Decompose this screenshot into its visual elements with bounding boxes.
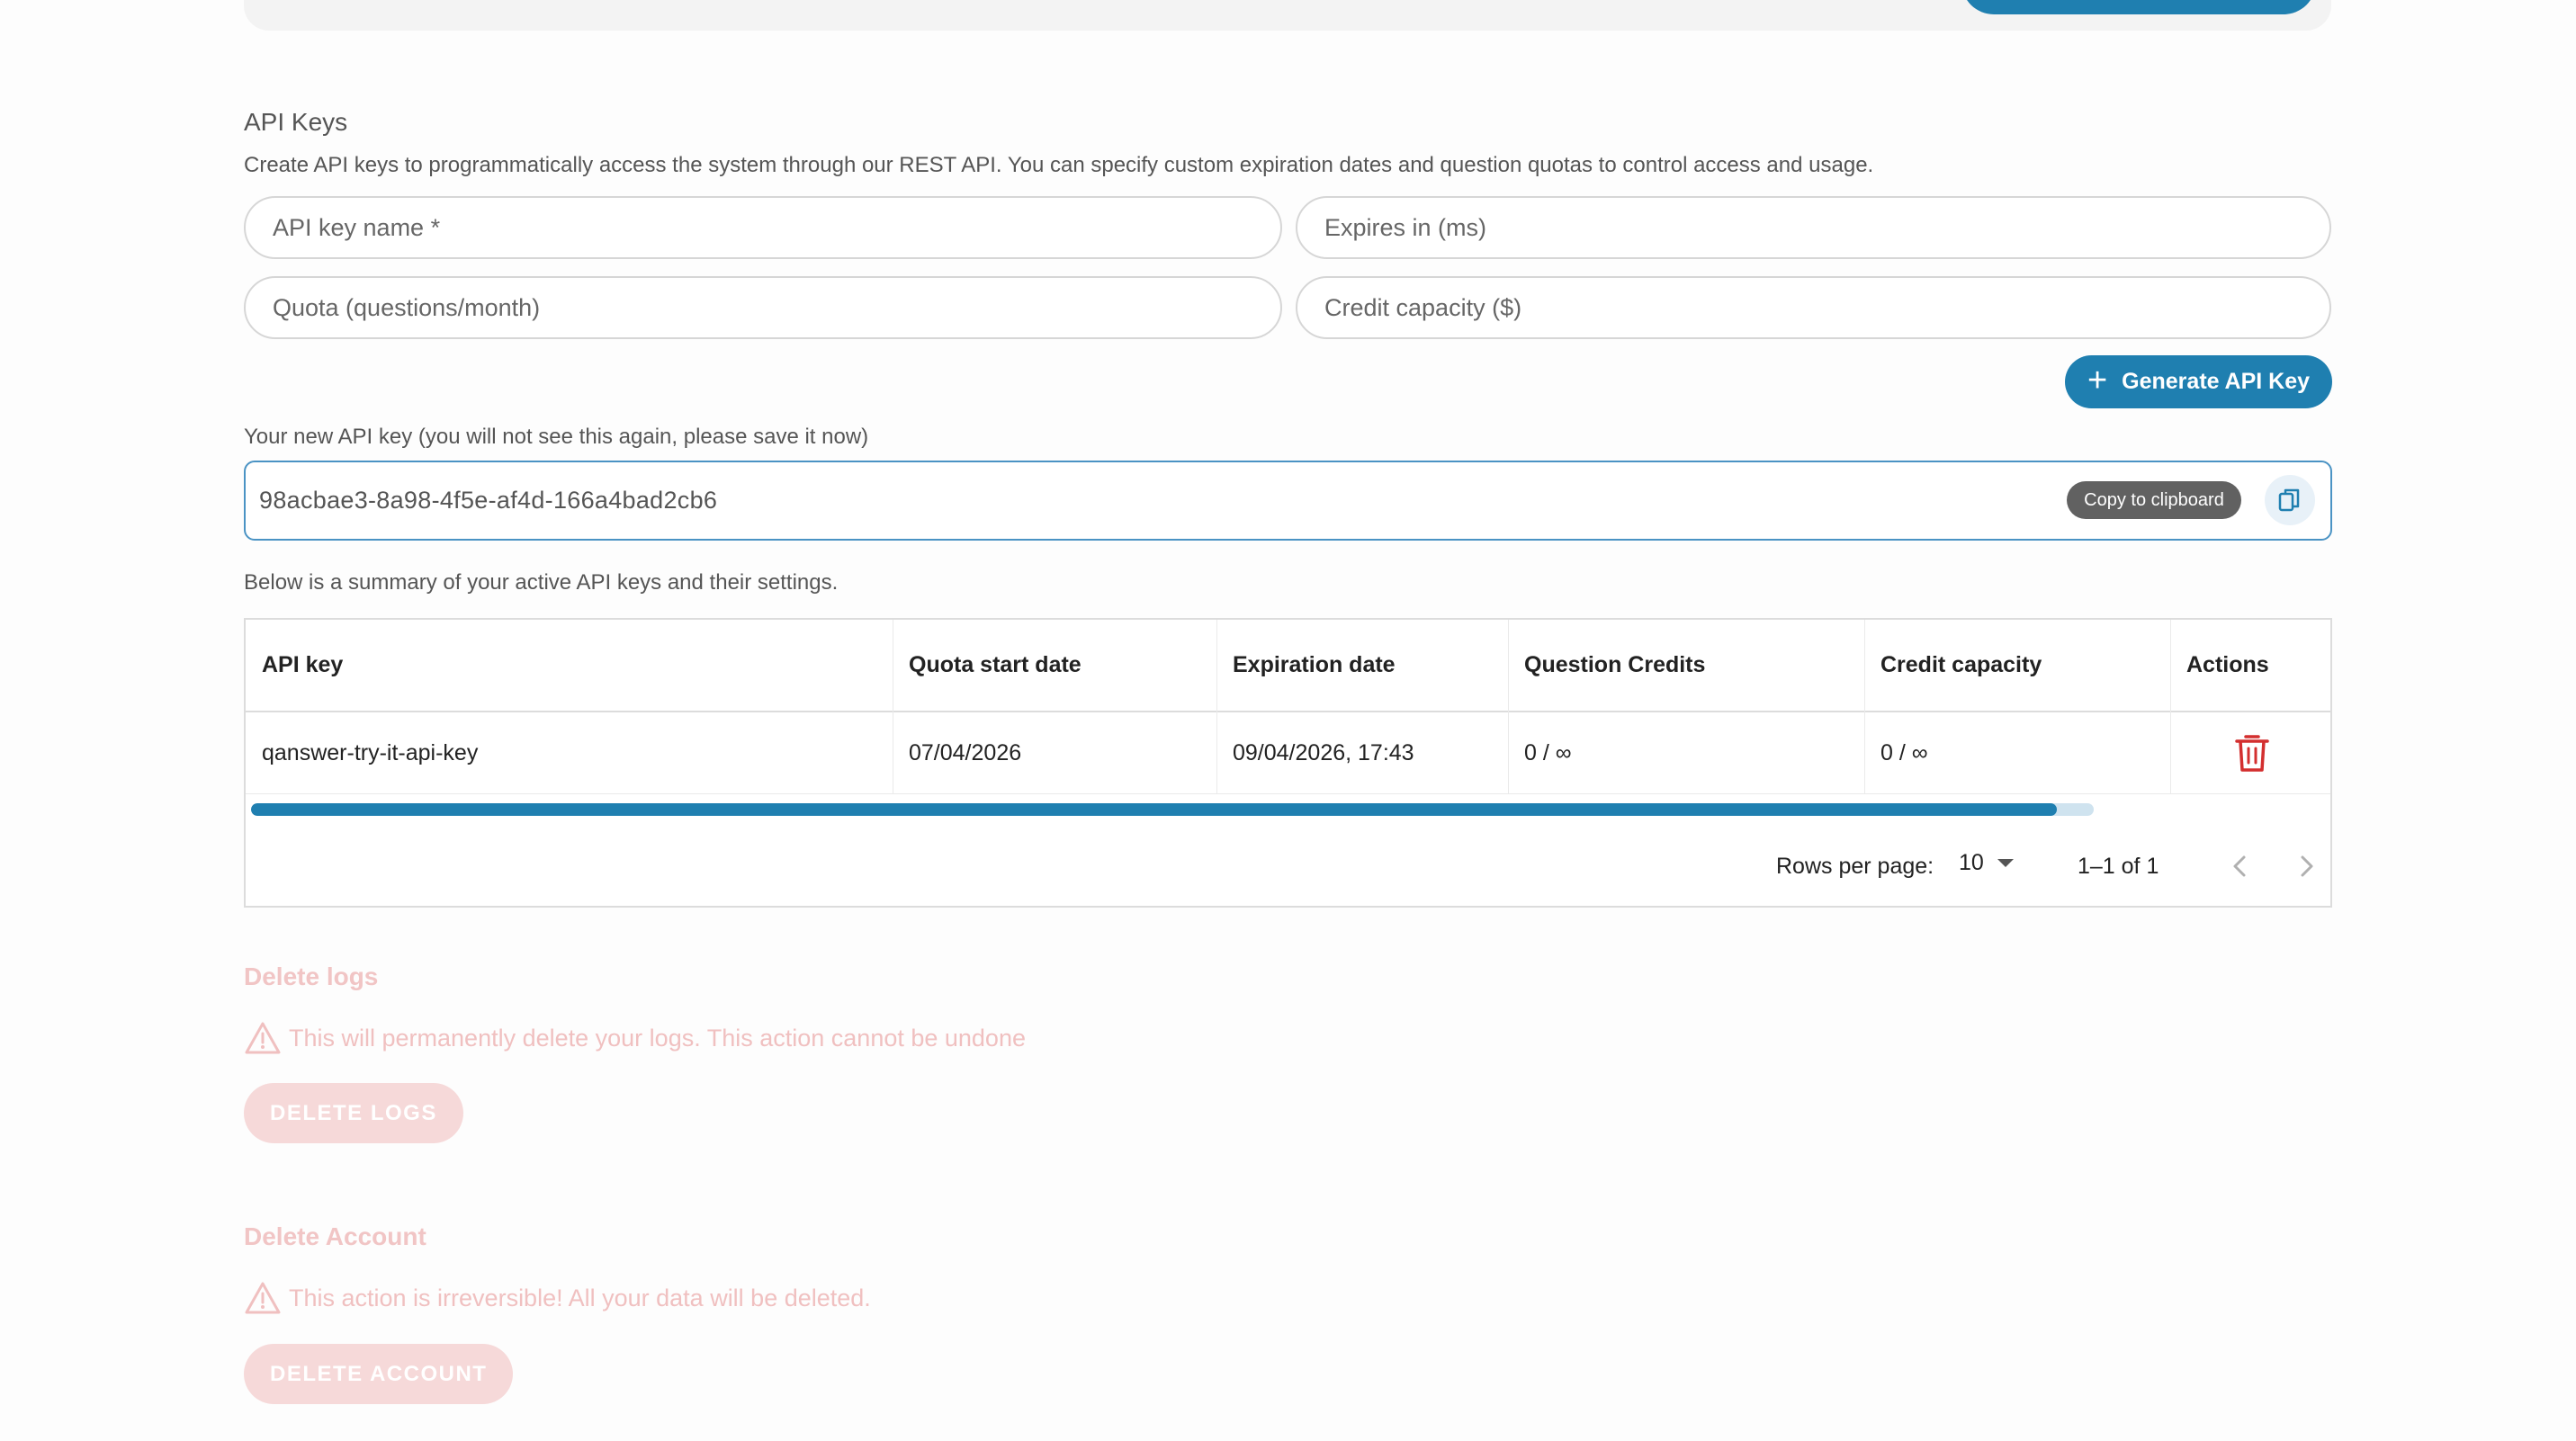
page-range: 1–1 of 1 <box>2078 854 2159 879</box>
generate-api-key-button[interactable]: + Generate API Key <box>2065 355 2332 408</box>
delete-logs-warning-text: This will permanently delete your logs. … <box>289 1024 1026 1052</box>
warning-icon <box>245 1282 281 1314</box>
delete-account-warning-text: This action is irreversible! All your da… <box>289 1284 871 1311</box>
rows-per-page-label: Rows per page: <box>1776 854 1934 879</box>
credit-capacity-field[interactable] <box>1296 276 2331 339</box>
delete-account-warning: This action is irreversible! All your da… <box>244 1281 871 1315</box>
table-pagination: Rows per page: 10 1–1 of 1 <box>246 834 2330 906</box>
cell-expiration: 09/04/2026, 17:43 <box>1233 739 1414 765</box>
usage-progress-bar <box>251 803 2094 816</box>
cell-question-credits: 0 / ∞ <box>1524 739 1572 765</box>
quota-input[interactable] <box>271 292 1280 323</box>
quota-field[interactable] <box>244 276 1282 339</box>
api-key-name-field[interactable] <box>244 196 1282 259</box>
credit-capacity-input[interactable] <box>1323 292 2329 323</box>
usage-progress-fill <box>251 803 2058 816</box>
warning-icon <box>245 1022 281 1054</box>
cell-api-key: qanswer-try-it-api-key <box>262 739 479 765</box>
expires-field[interactable] <box>1296 196 2331 259</box>
copy-button[interactable] <box>2265 475 2315 525</box>
delete-account-button[interactable]: DELETE ACCOUNT <box>244 1344 514 1404</box>
new-key-label: Your new API key (you will not see this … <box>244 425 869 449</box>
plus-icon: + <box>2087 361 2108 399</box>
delete-logs-warning: This will permanently delete your logs. … <box>244 1021 1026 1055</box>
generate-api-key-label: Generate API Key <box>2122 369 2311 394</box>
copy-icon <box>2278 488 2300 512</box>
previous-section-button[interactable] <box>1961 0 2316 14</box>
header-credit-capacity[interactable]: Credit capacity <box>1864 620 2170 711</box>
new-key-field[interactable]: 98acbae3-8a98-4f5e-af4d-166a4bad2cb6 <box>244 461 2332 541</box>
header-api-key[interactable]: API key <box>246 620 893 711</box>
header-actions: Actions <box>2186 652 2269 677</box>
api-keys-title: API Keys <box>244 108 348 136</box>
row-divider <box>246 793 2330 794</box>
delete-key-trash-icon[interactable] <box>2233 732 2271 774</box>
header-expiration[interactable]: Expiration date <box>1216 620 1508 711</box>
chevron-left-icon[interactable] <box>2222 848 2258 884</box>
api-key-name-input[interactable] <box>271 212 1280 243</box>
new-key-value[interactable]: 98acbae3-8a98-4f5e-af4d-166a4bad2cb6 <box>259 487 717 515</box>
api-keys-description: Create API keys to programmatically acce… <box>244 153 1874 177</box>
copy-tooltip: Copy to clipboard <box>2067 481 2241 519</box>
header-question-credits[interactable]: Question Credits <box>1508 620 1864 711</box>
delete-account-title: Delete Account <box>244 1222 426 1250</box>
chevron-down-icon <box>1997 858 2014 867</box>
api-keys-summary: Below is a summary of your active API ke… <box>244 570 839 595</box>
cell-quota-start: 07/04/2026 <box>909 739 1022 765</box>
chevron-right-icon[interactable] <box>2288 848 2324 884</box>
cell-credit-capacity: 0 / ∞ <box>1880 739 1928 765</box>
delete-logs-button[interactable]: DELETE LOGS <box>244 1083 463 1143</box>
rows-per-page-select[interactable]: 10 <box>1959 850 2015 876</box>
api-keys-table: API key Quota start date Expiration date… <box>244 618 2332 908</box>
delete-logs-title: Delete logs <box>244 962 379 990</box>
rows-per-page-value: 10 <box>1959 850 1984 875</box>
header-quota-start[interactable]: Quota start date <box>893 620 1216 711</box>
expires-input[interactable] <box>1323 212 2329 243</box>
